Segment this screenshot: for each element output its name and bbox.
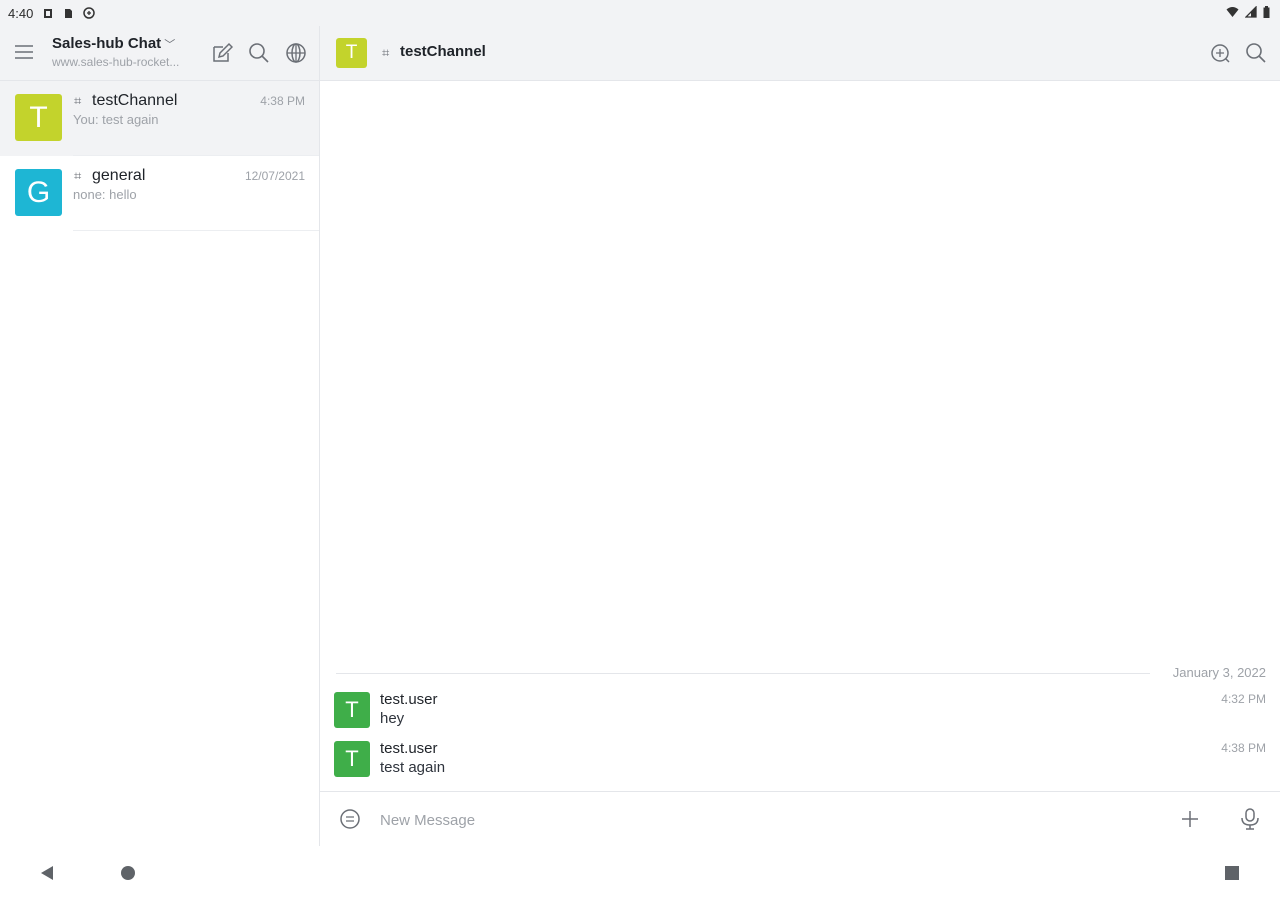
room-name: general <box>92 167 146 184</box>
recents-icon[interactable] <box>1224 865 1240 881</box>
back-icon[interactable] <box>38 864 56 882</box>
room-time: 4:38 PM <box>260 94 305 108</box>
message-composer <box>320 791 1280 847</box>
message-username[interactable]: test.user <box>380 740 438 757</box>
status-time: 4:40 <box>8 5 34 21</box>
chat-main: T ⌗ testChannel January 3, 2022 T test.u… <box>320 26 1280 847</box>
sim-card-icon <box>63 8 73 19</box>
chevron-down-icon: ﹀ <box>164 39 176 51</box>
server-url: www.sales-hub-rocket... <box>52 55 180 69</box>
room-avatar: G <box>15 169 62 216</box>
server-switcher[interactable]: Sales-hub Chat ﹀ <box>52 35 175 52</box>
edit-icon[interactable] <box>211 42 233 64</box>
room-name: testChannel <box>92 92 178 109</box>
menu-icon[interactable] <box>14 44 34 60</box>
search-icon[interactable] <box>1245 42 1267 64</box>
system-nav-bar <box>0 846 1280 900</box>
room-list-sidebar: Sales-hub Chat ﹀ www.sales-hub-rocket... … <box>0 26 320 846</box>
message-text: hey <box>380 710 405 727</box>
avatar[interactable]: T <box>334 741 370 777</box>
home-icon[interactable] <box>120 865 136 881</box>
message-time: 4:32 PM <box>1221 692 1266 706</box>
data-saver-icon <box>83 7 96 19</box>
room-last-message: You: test again <box>73 112 159 127</box>
avatar[interactable]: T <box>334 692 370 728</box>
date-separator: January 3, 2022 <box>336 664 1266 684</box>
channel-header: T ⌗ testChannel <box>320 26 1280 81</box>
sidebar-header: Sales-hub Chat ﹀ www.sales-hub-rocket... <box>0 26 319 81</box>
room-last-message: none: hello <box>73 187 137 202</box>
notification-icon <box>43 8 53 19</box>
server-name: Sales-hub Chat <box>52 35 162 52</box>
hashtag-icon: ⌗ <box>74 93 82 108</box>
hashtag-icon: ⌗ <box>382 45 390 60</box>
emoji-icon[interactable] <box>339 808 361 830</box>
room-time: 12/07/2021 <box>244 169 305 183</box>
divider <box>73 230 319 231</box>
wifi-icon <box>1226 6 1239 18</box>
channel-name[interactable]: testChannel <box>400 43 486 60</box>
plus-icon[interactable] <box>1179 808 1201 830</box>
mic-icon[interactable] <box>1239 807 1261 831</box>
channel-avatar: T <box>336 38 367 68</box>
battery-icon <box>1263 6 1270 18</box>
message-item[interactable]: T test.user test again 4:38 PM <box>334 740 1266 785</box>
globe-icon[interactable] <box>285 42 307 64</box>
room-avatar: T <box>15 94 62 141</box>
message-text: test again <box>380 759 446 776</box>
message-time: 4:38 PM <box>1221 741 1266 755</box>
message-item[interactable]: T test.user hey 4:32 PM <box>334 691 1266 736</box>
room-item-general[interactable]: G ⌗ general 12/07/2021 none: hello <box>0 156 319 231</box>
date-separator-label: January 3, 2022 <box>1172 665 1266 680</box>
signal-icon <box>1245 6 1257 18</box>
status-bar: 4:40 <box>0 0 1280 26</box>
message-username[interactable]: test.user <box>380 691 438 708</box>
threads-icon[interactable] <box>1209 42 1231 64</box>
room-item-testchannel[interactable]: T ⌗ testChannel 4:38 PM You: test again <box>0 81 319 156</box>
search-icon[interactable] <box>248 42 270 64</box>
message-input[interactable] <box>378 806 1142 834</box>
hashtag-icon: ⌗ <box>74 168 82 183</box>
